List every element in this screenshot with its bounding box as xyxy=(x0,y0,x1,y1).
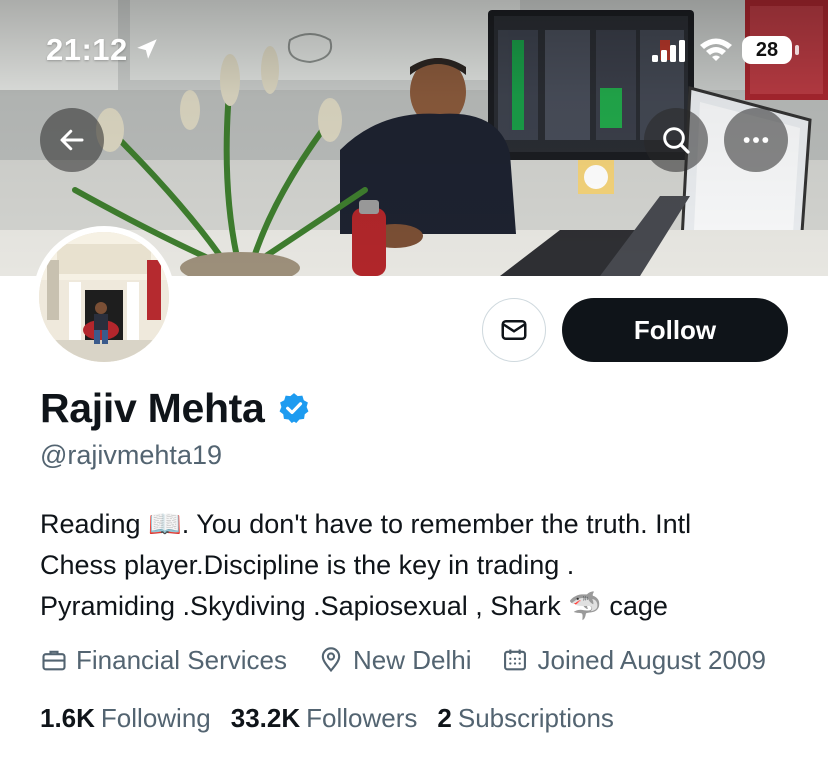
battery-tip xyxy=(795,45,799,55)
search-icon xyxy=(663,127,690,154)
calendar-icon xyxy=(504,649,527,671)
location-label: New Delhi xyxy=(352,644,472,675)
battery-icon: 28 xyxy=(742,36,792,64)
more-button[interactable] xyxy=(724,108,788,172)
bio-line: Reading 📖. You don't have to remember th… xyxy=(40,509,692,539)
category: Financial Services xyxy=(40,645,287,676)
joined-date: Joined August 2009 xyxy=(501,644,766,676)
wifi-icon xyxy=(700,38,732,61)
subscriptions-label: Subscriptions xyxy=(457,702,614,733)
followers-link[interactable]: 33.2K Followers xyxy=(231,703,418,734)
subscriptions-count: 2 xyxy=(437,702,452,733)
back-button[interactable] xyxy=(40,108,104,172)
subscriptions-link[interactable]: 2 Subscriptions xyxy=(437,703,614,734)
category-label: Financial Services xyxy=(76,644,287,675)
following-count: 1.6K xyxy=(40,702,95,733)
following-link[interactable]: 1.6K Following xyxy=(40,703,211,734)
bio: Reading 📖. You don't have to remember th… xyxy=(40,504,810,627)
joined-label: Joined August 2009 xyxy=(537,644,766,675)
follow-button[interactable]: Follow xyxy=(562,298,788,362)
avatar-photo xyxy=(39,232,169,362)
profile-meta: Financial Services New Delhi Joined Augu… xyxy=(40,640,796,680)
bio-line: Pyramiding .Skydiving .Sapiosexual , Sha… xyxy=(40,591,668,621)
name-row: Rajiv Mehta xyxy=(40,380,311,436)
display-name: Rajiv Mehta xyxy=(40,384,265,431)
location-arrow-icon xyxy=(137,39,157,59)
back-arrow-icon xyxy=(60,129,84,151)
cellular-signal-icon xyxy=(652,40,685,62)
status-time: 21:12 xyxy=(46,32,128,67)
envelope-icon xyxy=(501,320,527,340)
followers-label: Followers xyxy=(306,702,418,733)
location: New Delhi xyxy=(317,644,472,676)
location-pin-icon xyxy=(321,647,341,673)
message-button[interactable] xyxy=(482,298,546,362)
more-icon xyxy=(743,137,769,143)
profile-stats: 1.6K Following 33.2K Followers 2 Subscripti… xyxy=(40,698,634,738)
verified-badge-icon[interactable] xyxy=(277,391,311,425)
following-label: Following xyxy=(100,702,211,733)
handle: @rajivmehta19 xyxy=(40,440,222,470)
followers-count: 33.2K xyxy=(230,702,301,733)
status-bar: 21:12 28 xyxy=(0,0,828,100)
avatar[interactable] xyxy=(33,226,175,368)
bio-line: Chess player.Discipline is the key in tr… xyxy=(40,550,575,580)
search-button[interactable] xyxy=(644,108,708,172)
briefcase-icon xyxy=(42,650,66,671)
